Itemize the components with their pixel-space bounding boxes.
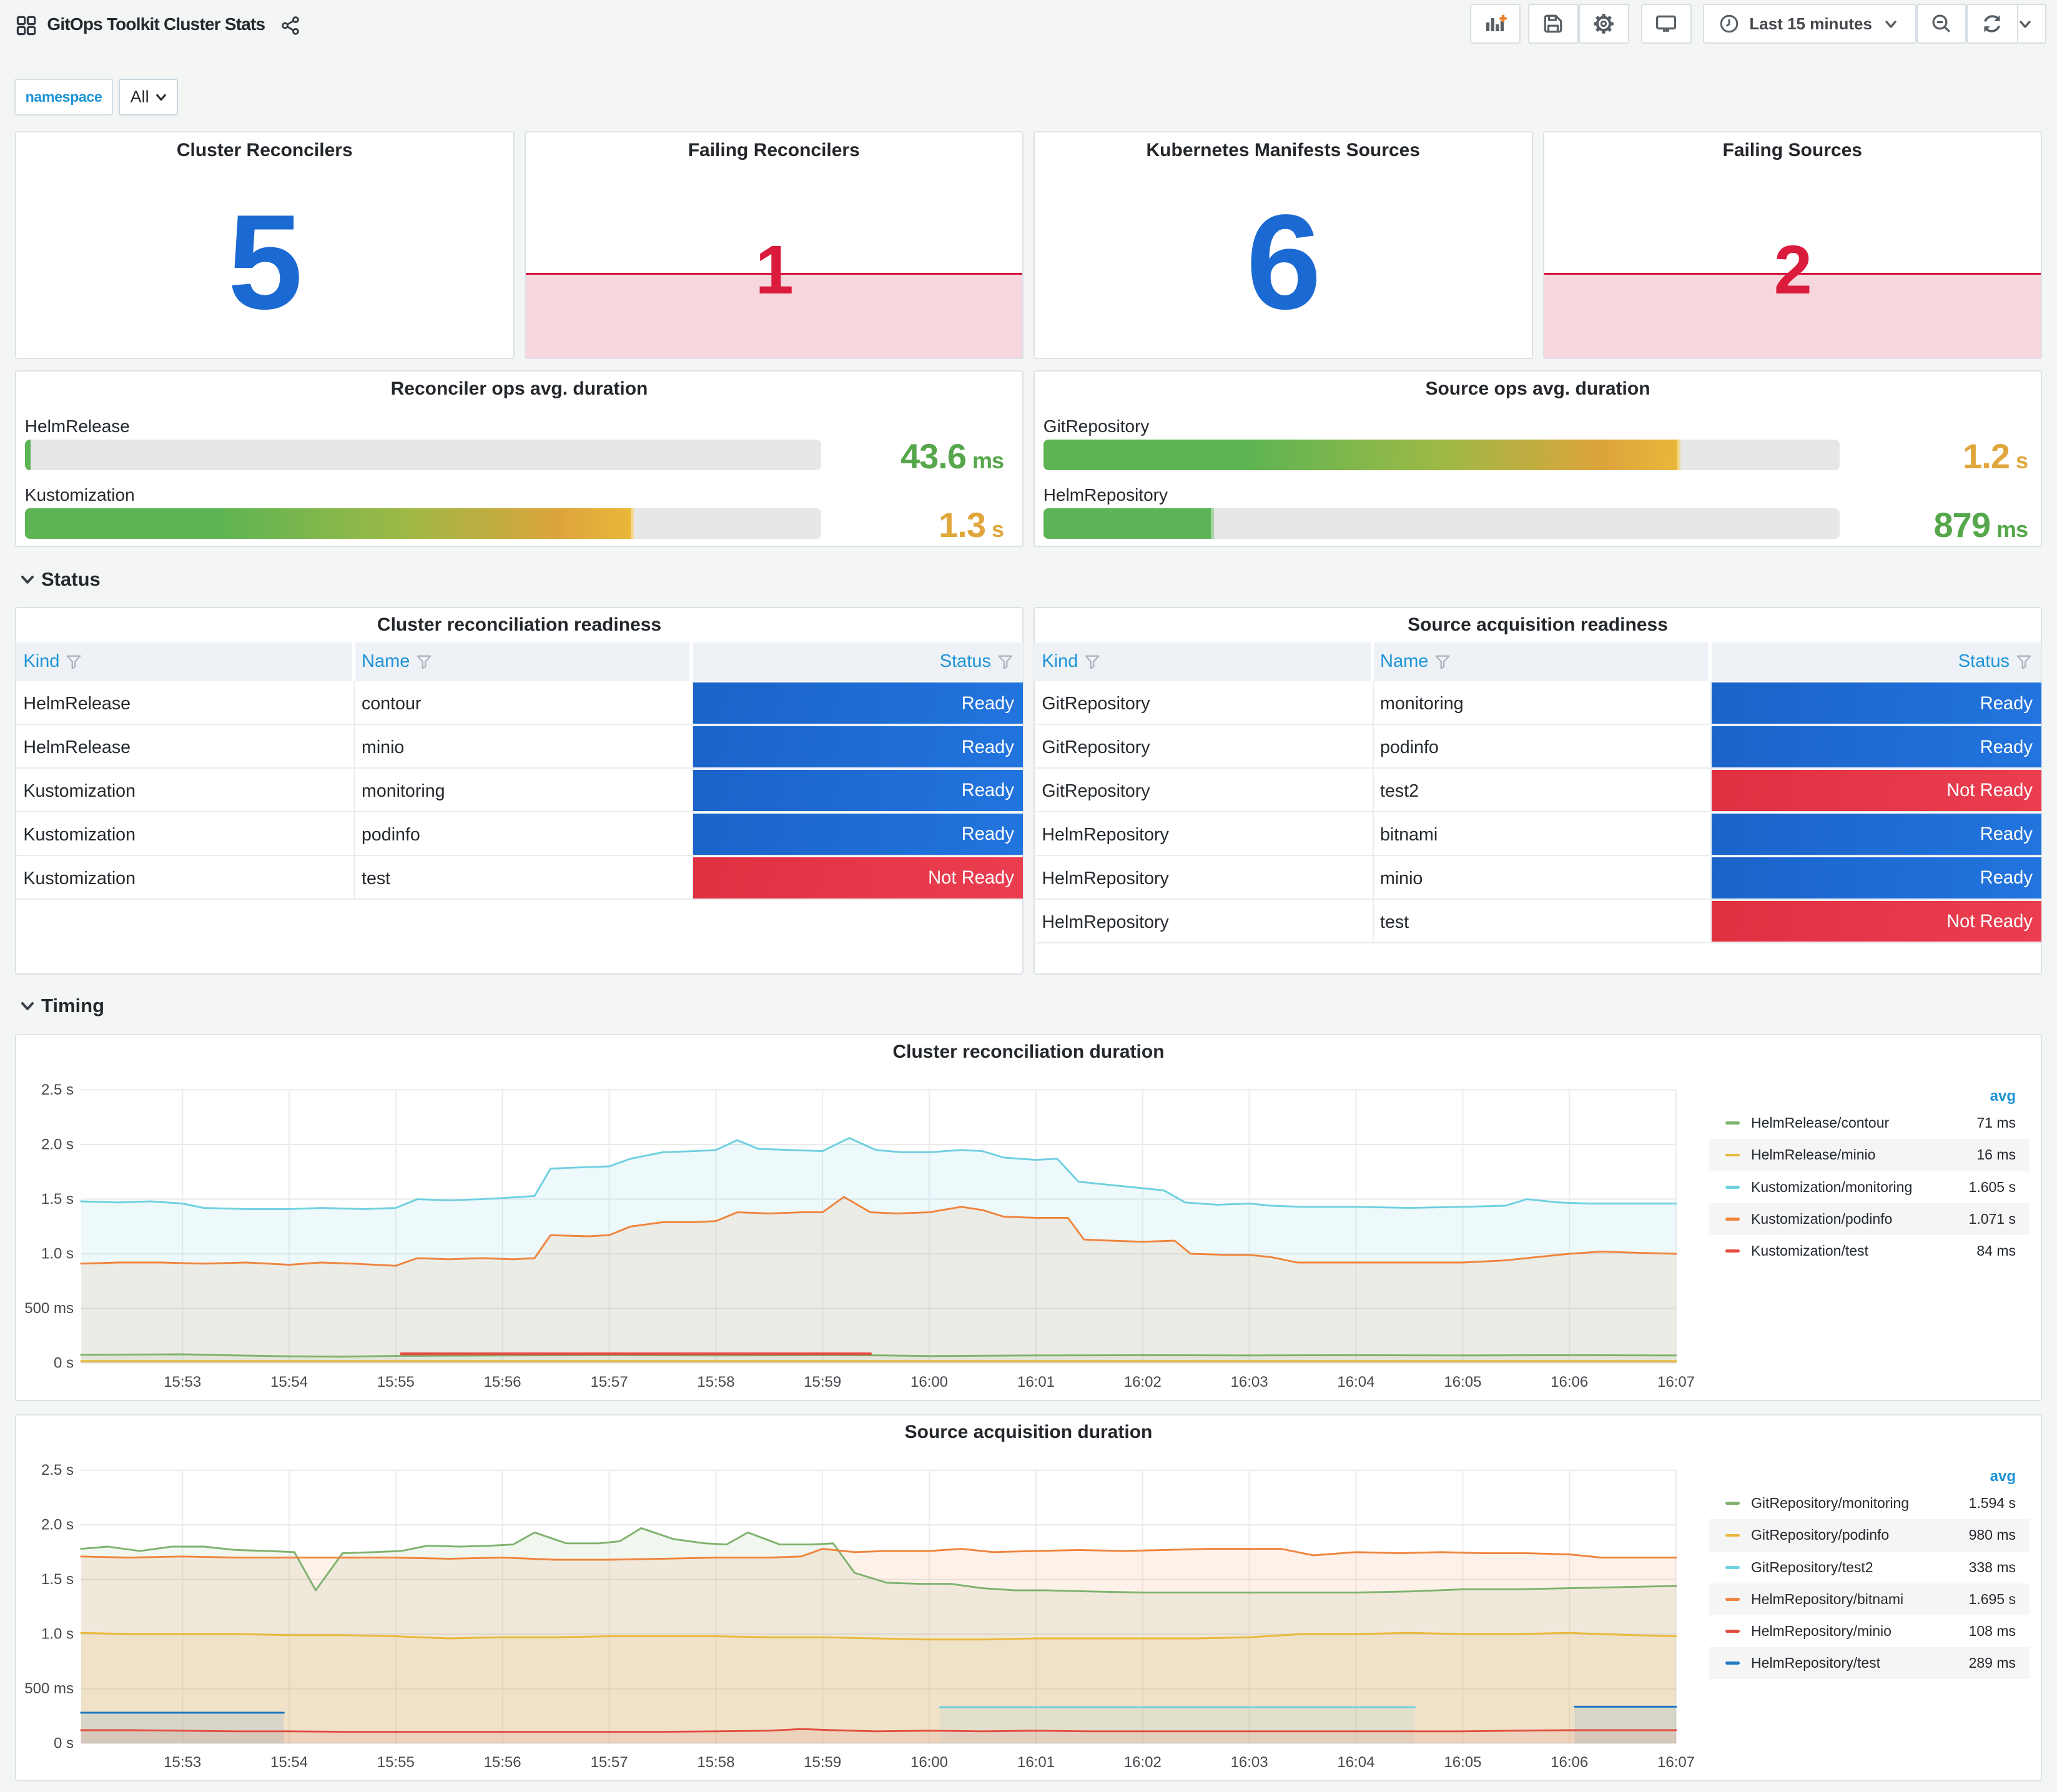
svg-text:16:04: 16:04 [1337, 1374, 1374, 1391]
svg-text:15:58: 15:58 [697, 1754, 734, 1771]
svg-text:15:56: 15:56 [484, 1754, 521, 1771]
svg-text:16:00: 16:00 [910, 1754, 948, 1771]
svg-text:16:00: 16:00 [910, 1374, 948, 1391]
svg-text:0 s: 0 s [54, 1355, 74, 1372]
svg-text:16:03: 16:03 [1231, 1374, 1268, 1391]
svg-text:2.5 s: 2.5 s [41, 1462, 74, 1479]
svg-text:16:06: 16:06 [1551, 1374, 1588, 1391]
svg-text:16:06: 16:06 [1551, 1754, 1588, 1771]
svg-text:15:58: 15:58 [697, 1374, 734, 1391]
svg-text:500 ms: 500 ms [24, 1680, 74, 1697]
svg-text:15:55: 15:55 [377, 1754, 415, 1771]
svg-text:2.5 s: 2.5 s [41, 1081, 74, 1098]
svg-text:16:03: 16:03 [1231, 1754, 1268, 1771]
svg-text:1.5 s: 1.5 s [41, 1191, 74, 1208]
svg-text:15:55: 15:55 [377, 1374, 415, 1391]
svg-text:0 s: 0 s [54, 1735, 74, 1752]
svg-text:16:07: 16:07 [1657, 1374, 1695, 1391]
svg-text:2.0 s: 2.0 s [41, 1517, 74, 1534]
svg-text:16:02: 16:02 [1124, 1374, 1162, 1391]
svg-text:16:04: 16:04 [1337, 1754, 1374, 1771]
svg-text:15:56: 15:56 [484, 1374, 521, 1391]
svg-text:15:57: 15:57 [591, 1754, 628, 1771]
svg-text:500 ms: 500 ms [24, 1300, 74, 1317]
svg-text:1.5 s: 1.5 s [41, 1571, 74, 1588]
svg-text:15:53: 15:53 [164, 1754, 201, 1771]
svg-text:15:54: 15:54 [270, 1374, 308, 1391]
svg-text:15:59: 15:59 [804, 1374, 841, 1391]
svg-text:16:01: 16:01 [1017, 1374, 1055, 1391]
svg-text:15:54: 15:54 [270, 1754, 308, 1771]
svg-text:15:53: 15:53 [164, 1374, 201, 1391]
svg-text:16:01: 16:01 [1017, 1754, 1055, 1771]
svg-text:2.0 s: 2.0 s [41, 1136, 74, 1153]
svg-text:1.0 s: 1.0 s [41, 1246, 74, 1263]
svg-text:16:07: 16:07 [1657, 1754, 1695, 1771]
svg-text:16:05: 16:05 [1444, 1374, 1481, 1391]
svg-text:15:57: 15:57 [591, 1374, 628, 1391]
svg-text:1.0 s: 1.0 s [41, 1626, 74, 1643]
svg-text:16:02: 16:02 [1124, 1754, 1162, 1771]
svg-text:15:59: 15:59 [804, 1754, 841, 1771]
svg-text:16:05: 16:05 [1444, 1754, 1481, 1771]
